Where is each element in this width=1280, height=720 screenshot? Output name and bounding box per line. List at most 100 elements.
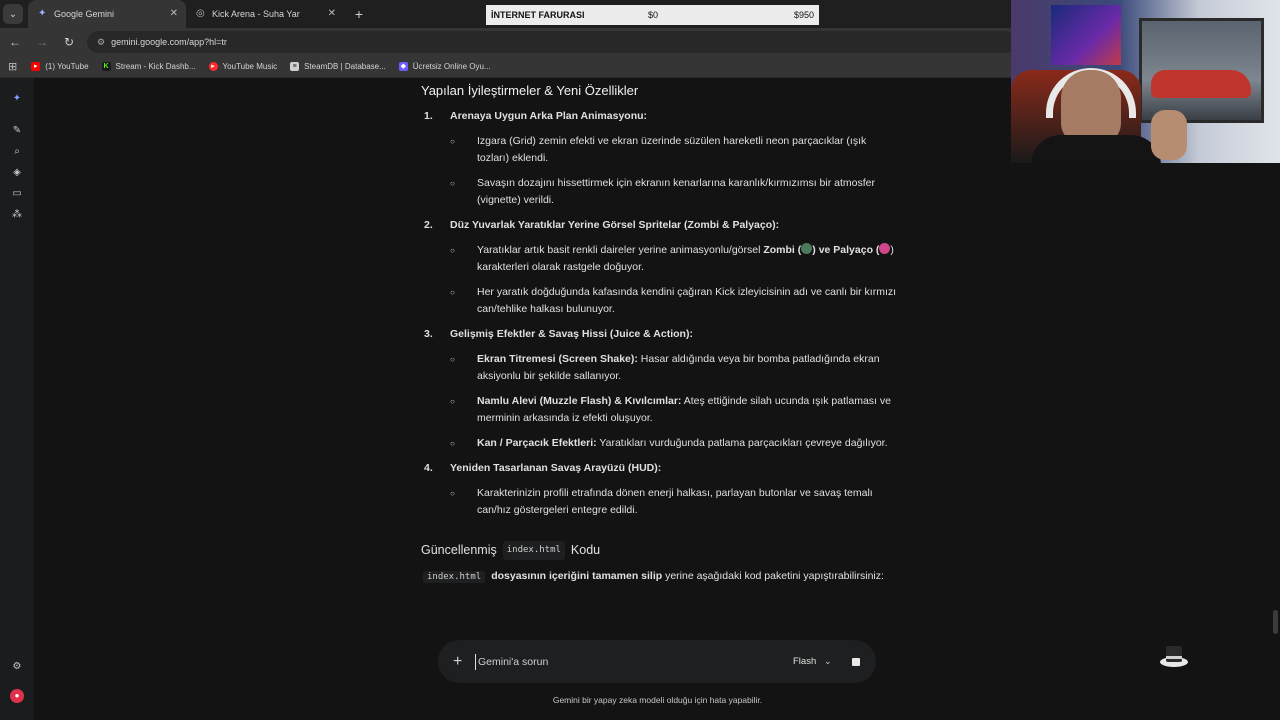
close-icon[interactable]: ✕: [170, 8, 178, 19]
bookmark-online-games[interactable]: ◆ Ücretsiz Online Oyu...: [398, 62, 491, 71]
new-tab-button[interactable]: +: [348, 3, 370, 25]
screen: ⌄ ✦ Google Gemini ✕ ◎ Kick Arena - Suha …: [0, 0, 1280, 720]
bold-span: içeriğini tamamen silip: [548, 570, 663, 582]
bookmark-youtube[interactable]: ▸ (1) YouTube: [31, 62, 89, 71]
game-icon: ◆: [398, 62, 408, 71]
back-icon[interactable]: ←: [3, 30, 27, 54]
gemini-star-icon: ✦: [38, 8, 47, 19]
stop-icon[interactable]: [852, 658, 860, 666]
site-info-icon[interactable]: ⚙: [97, 37, 105, 48]
bookmark-label: YouTube Music: [222, 62, 278, 71]
bullet-text: Karakterinizin profili etrafında dönen e…: [450, 485, 901, 519]
tab-label: Kick Arena - Suha Yar: [212, 9, 300, 19]
bullet-text: Ekran Titremesi (Screen Shake): Hasar al…: [450, 351, 901, 385]
youtube-icon: ▸: [31, 62, 41, 71]
zombie-emoji-icon: [801, 243, 813, 254]
clown-emoji-icon: [879, 243, 891, 254]
instruction-text: index.html dosyasının içeriğini tamamen s…: [421, 568, 901, 586]
item-title: Yeniden Tasarlanan Savaş Arayüzü (HUD):: [450, 462, 662, 474]
stream-goal-overlay: İNTERNET FARURASI $0 $950: [486, 5, 819, 25]
model-selector[interactable]: Flash: [793, 656, 816, 667]
gems-icon[interactable]: ◈: [10, 166, 24, 180]
bold-span: Ekran Titremesi (Screen Shake):: [477, 353, 638, 365]
chevron-down-icon[interactable]: ⌄: [824, 656, 832, 667]
scrollbar-thumb[interactable]: [1273, 610, 1278, 634]
list-item: 1. Arenaya Uygun Arka Plan Animasyonu: I…: [421, 108, 901, 209]
globe-icon: ◎: [196, 8, 205, 19]
prompt-input[interactable]: [475, 653, 775, 670]
list-item: 2. Düz Yuvarlak Yaratıklar Yerine Görsel…: [421, 217, 901, 318]
overlay-end-value: $950: [793, 10, 814, 20]
heading-text: Güncellenmiş: [421, 543, 497, 557]
section-heading: Yapılan İyileştirmeler & Yeni Özellikler: [421, 83, 639, 98]
settings-gear-icon[interactable]: ⚙: [10, 660, 24, 674]
bold-span: Zombi (: [763, 244, 802, 256]
kick-icon: K: [101, 62, 111, 71]
bookmark-label: Ücretsiz Online Oyu...: [412, 62, 491, 71]
apps-icon[interactable]: ⁂: [10, 208, 24, 222]
apps-grid-icon[interactable]: ⊞: [8, 60, 17, 73]
heading-text: Kodu: [570, 543, 601, 557]
bullet-text: Yaratıklar artık basit renkli daireler y…: [450, 242, 901, 276]
close-icon[interactable]: ✕: [328, 8, 336, 19]
item-number: 3.: [424, 328, 433, 340]
response-content: Yapılan İyileştirmeler & Yeni Özellikler…: [421, 82, 901, 586]
inline-code: index.html: [502, 541, 565, 560]
bookmark-label: Stream - Kick Dashb...: [115, 62, 196, 71]
gemini-sidebar: ✦ ✎ ⌕ ◈ ▭ ⁂ ⚙ ●: [0, 78, 34, 720]
item-number: 1.: [424, 110, 433, 122]
url-text: gemini.google.com/app?hl=tr: [111, 37, 227, 47]
poster-car-shape: [1151, 70, 1251, 98]
tab-google-gemini[interactable]: ✦ Google Gemini ✕: [28, 0, 186, 28]
item-number: 4.: [424, 462, 433, 474]
item-number: 2.: [424, 219, 433, 231]
forward-icon[interactable]: →: [30, 30, 54, 54]
streamer-head: [1061, 70, 1121, 145]
list-item: 4. Yeniden Tasarlanan Savaş Arayüzü (HUD…: [421, 460, 901, 519]
bookmark-label: SteamDB | Database...: [304, 62, 386, 71]
bullet-text: Namlu Alevi (Muzzle Flash) & Kıvılcımlar…: [450, 393, 901, 427]
wall-poster: [1051, 5, 1121, 65]
inline-code: index.html: [423, 571, 486, 583]
bold-span: Palyaço: [833, 244, 873, 256]
reload-icon[interactable]: ↻: [57, 30, 81, 54]
bookmark-youtube-music[interactable]: ▸ YouTube Music: [208, 62, 278, 71]
item-title: Arenaya Uygun Arka Plan Animasyonu:: [450, 110, 648, 122]
list-item: 3. Gelişmiş Efektler & Savaş Hissi (Juic…: [421, 326, 901, 452]
prompt-box: + Flash ⌄: [438, 640, 876, 683]
add-attachment-icon[interactable]: +: [453, 653, 462, 671]
text-span: dosyasının: [491, 570, 549, 582]
code-section-heading: Güncellenmiş index.html Kodu: [421, 541, 901, 560]
tab-kick-arena[interactable]: ◎ Kick Arena - Suha Yar ✕: [186, 0, 344, 28]
youtube-music-icon: ▸: [208, 62, 218, 71]
steamdb-icon: ≡: [290, 62, 300, 71]
text-span: yerine aşağıdaki kod paketini yapıştırab…: [662, 570, 884, 582]
bold-span: ) ve: [812, 244, 834, 256]
tab-label: Google Gemini: [54, 9, 115, 19]
bookmark-kick[interactable]: K Stream - Kick Dashb...: [101, 62, 196, 71]
bullet-text: Her yaratık doğduğunda kafasında kendini…: [450, 284, 901, 318]
bold-span: Namlu Alevi (Muzzle Flash) & Kıvılcımlar…: [477, 395, 682, 407]
search-icon[interactable]: ⌕: [10, 145, 24, 159]
bookmark-label: (1) YouTube: [45, 62, 89, 71]
disclaimer-text: Gemini bir yapay zeka modeli olduğu için…: [552, 695, 763, 705]
streamer-hand: [1151, 110, 1187, 160]
item-title: Düz Yuvarlak Yaratıklar Yerine Görsel Sp…: [450, 219, 780, 231]
gemini-logo-icon[interactable]: ✦: [10, 92, 24, 106]
item-title: Gelişmiş Efektler & Savaş Hissi (Juice &…: [450, 328, 693, 340]
overlay-title: İNTERNET FARURASI: [491, 10, 585, 20]
address-bar[interactable]: ⚙ gemini.google.com/app?hl=tr: [87, 31, 1017, 53]
streamer-body: [1031, 135, 1161, 163]
top-hat-icon: [1160, 646, 1188, 667]
text-span: Yaratıklar artık basit renkli daireler y…: [477, 244, 764, 256]
new-chat-icon[interactable]: ✎: [10, 124, 24, 138]
bold-span: Kan / Parçacık Efektleri:: [477, 437, 597, 449]
tab-search-icon[interactable]: ⌄: [3, 4, 23, 24]
bullet-text: Savaşın dozajını hissettirmek için ekran…: [450, 175, 901, 209]
bookmark-steamdb[interactable]: ≡ SteamDB | Database...: [290, 62, 386, 71]
text-span: Yaratıkları vurduğunda patlama parçacıkl…: [596, 437, 888, 449]
overlay-start-value: $0: [648, 10, 659, 20]
bullet-text: Kan / Parçacık Efektleri: Yaratıkları vu…: [450, 435, 901, 452]
bullet-text: Izgara (Grid) zemin efekti ve ekran üzer…: [450, 133, 901, 167]
library-icon[interactable]: ▭: [10, 187, 24, 201]
